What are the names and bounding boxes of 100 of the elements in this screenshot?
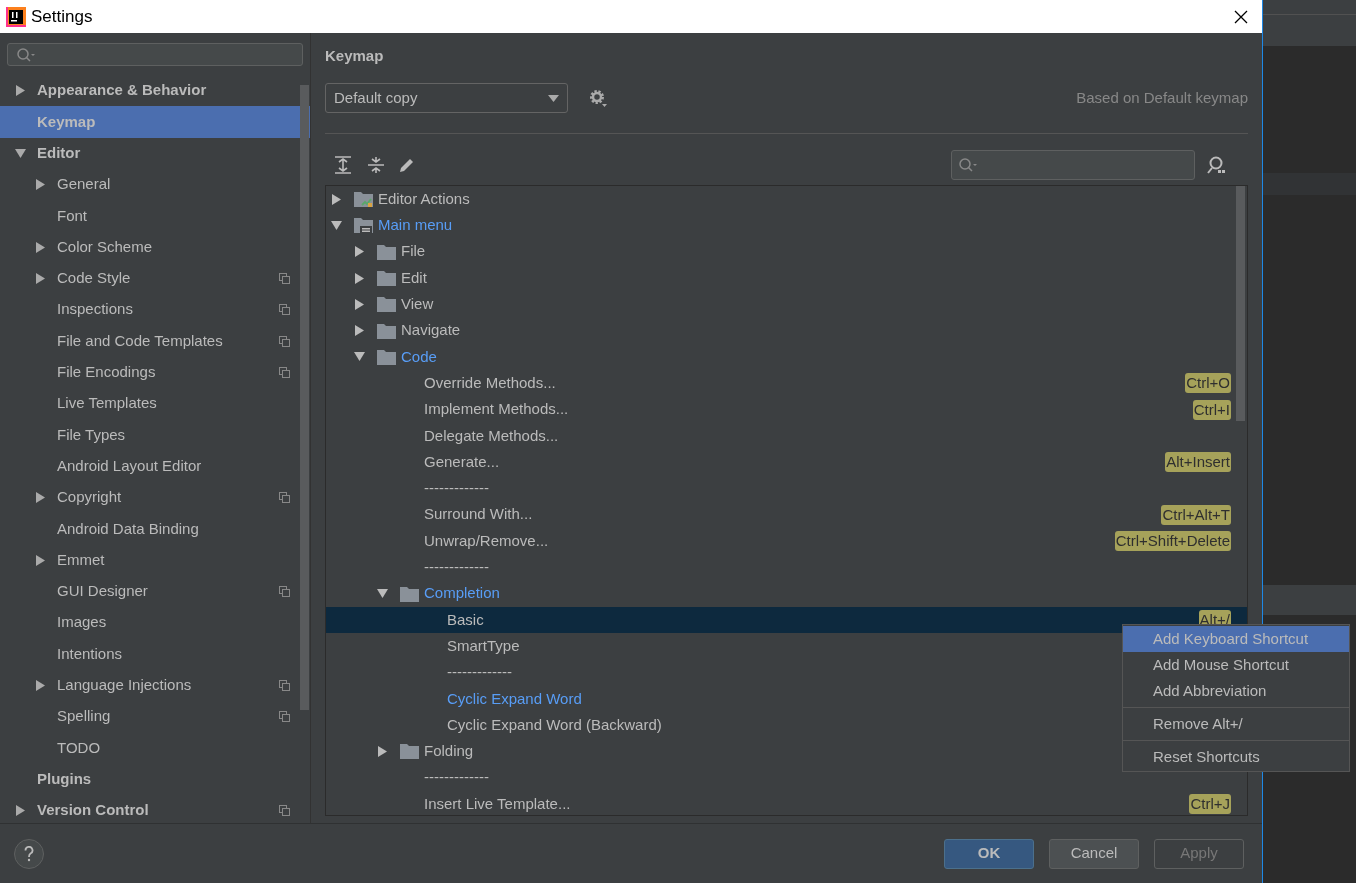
folder-icon (400, 743, 419, 760)
collapsed-arrow-icon[interactable] (15, 804, 26, 816)
copy-icon (279, 585, 290, 597)
window-title: Settings (31, 5, 93, 28)
collapsed-arrow-icon[interactable] (35, 679, 46, 691)
gear-icon[interactable] (588, 88, 608, 108)
collapsed-arrow-icon[interactable] (354, 298, 365, 310)
shortcut-badge: Ctrl+O (1185, 373, 1231, 394)
collapsed-arrow-icon[interactable] (331, 193, 342, 205)
sidebar-item[interactable]: Color Scheme (0, 231, 310, 263)
dialog-button[interactable]: Cancel (1049, 838, 1139, 869)
tree-row[interactable]: Navigate (326, 317, 1247, 344)
shortcut-badge: Ctrl+J (1189, 793, 1231, 814)
sidebar-item[interactable]: Images (0, 607, 310, 639)
tree-row[interactable]: Surround With... Ctrl+Alt+T (326, 501, 1247, 528)
sidebar-item[interactable]: Editor (0, 137, 310, 169)
tree-row[interactable]: View (326, 291, 1247, 318)
folder-icon (377, 348, 396, 365)
shortcut-badge: Ctrl+Shift+Delete (1114, 531, 1231, 551)
sidebar-item[interactable]: File Types (0, 419, 310, 451)
collapsed-arrow-icon[interactable] (35, 241, 46, 253)
expanded-arrow-icon[interactable] (377, 588, 388, 600)
sidebar-item[interactable]: Intentions (0, 638, 310, 670)
tree-row[interactable]: ------------- (326, 554, 1247, 581)
sidebar-item[interactable]: Code Style (0, 262, 310, 295)
sidebar-item[interactable]: TODO (0, 732, 310, 764)
sidebar-item[interactable]: Spelling (0, 700, 310, 733)
menu-item[interactable]: Remove Alt+/ (1123, 711, 1349, 737)
collapsed-arrow-icon[interactable] (354, 246, 365, 258)
search-field[interactable] (7, 43, 303, 66)
collapsed-arrow-icon[interactable] (35, 179, 46, 191)
sidebar-item[interactable]: Font (0, 200, 310, 232)
tree-row[interactable]: File (326, 238, 1247, 265)
tree-row[interactable]: Editor Actions (326, 186, 1247, 213)
pencil-icon[interactable] (398, 156, 416, 174)
tree-row[interactable]: Generate... Alt+Insert (326, 448, 1247, 476)
tree-row[interactable]: ------------- (326, 475, 1247, 502)
shortcut-badge: Alt+Insert (1165, 452, 1231, 473)
tree-row[interactable]: Completion (326, 580, 1247, 607)
sidebar-item[interactable]: Version Control (0, 794, 310, 827)
dialog-button[interactable]: OK (944, 838, 1034, 869)
copy-icon (279, 335, 290, 347)
folder-icon (377, 243, 396, 260)
expand-all-icon[interactable] (334, 156, 352, 174)
copy-icon (279, 804, 290, 816)
copy-icon (279, 272, 290, 284)
keymap-dropdown[interactable]: Default copy (325, 83, 568, 113)
tree-row[interactable]: Delegate Methods... (326, 422, 1247, 449)
expanded-arrow-icon[interactable] (354, 351, 365, 363)
shortcut-badge: Ctrl+I (1192, 399, 1231, 420)
close-icon[interactable] (1234, 9, 1248, 24)
tree-row[interactable]: Implement Methods... Ctrl+I (326, 396, 1247, 423)
tree-row[interactable]: Unwrap/Remove... Ctrl+Shift+Delete (326, 527, 1247, 555)
based-on-label: Based on Default keymap (1076, 87, 1248, 108)
collapsed-arrow-icon[interactable] (354, 272, 365, 284)
tree-row[interactable]: Main menu (326, 212, 1247, 239)
folder-icon (400, 585, 419, 602)
collapsed-arrow-icon[interactable] (35, 272, 46, 284)
sidebar-item[interactable]: File and Code Templates (0, 325, 310, 357)
collapsed-arrow-icon[interactable] (377, 745, 388, 757)
folder-icon (354, 190, 373, 208)
sidebar-item[interactable]: General (0, 168, 310, 201)
menu-item[interactable]: Add Mouse Shortcut (1123, 652, 1349, 678)
sidebar-item[interactable]: Emmet (0, 544, 310, 576)
question-mark-icon (24, 845, 34, 862)
collapsed-arrow-icon[interactable] (15, 85, 26, 97)
copy-icon (279, 711, 290, 723)
search-field[interactable] (951, 150, 1195, 180)
tree-row[interactable]: Insert Live Template... Ctrl+J (326, 790, 1247, 815)
scrollbar[interactable] (300, 85, 309, 710)
help-button[interactable] (14, 838, 44, 869)
collapsed-arrow-icon[interactable] (35, 492, 46, 503)
sidebar-item[interactable]: Copyright (0, 481, 310, 514)
folder-icon (377, 296, 396, 313)
sidebar-item[interactable]: File Encodings (0, 356, 310, 388)
find-shortcut-icon[interactable] (1206, 155, 1226, 175)
sidebar-item[interactable]: Android Data Binding (0, 513, 310, 545)
expanded-arrow-icon[interactable] (331, 219, 342, 231)
tree-row[interactable]: Override Methods... Ctrl+O (326, 370, 1247, 397)
scrollbar[interactable] (1236, 186, 1245, 421)
collapsed-arrow-icon[interactable] (354, 325, 365, 337)
copy-icon (279, 492, 290, 503)
sidebar-item[interactable]: Language Injections (0, 669, 310, 701)
collapsed-arrow-icon[interactable] (35, 554, 46, 566)
sidebar-item[interactable]: Android Layout Editor (0, 450, 310, 482)
expanded-arrow-icon[interactable] (15, 147, 26, 159)
sidebar-item[interactable]: Live Templates (0, 387, 310, 420)
copy-icon (279, 304, 290, 316)
sidebar-item[interactable]: Plugins (0, 763, 310, 795)
tree-row[interactable]: Code (326, 343, 1247, 371)
folder-icon (377, 270, 396, 287)
folder-icon (354, 216, 373, 234)
dropdown-arrow-icon (548, 94, 559, 102)
collapse-all-icon[interactable] (367, 156, 385, 174)
menu-item[interactable]: Add Abbreviation (1123, 678, 1349, 704)
sidebar-item[interactable]: Inspections (0, 294, 310, 326)
app-logo-icon (6, 6, 26, 27)
sidebar-item[interactable]: GUI Designer (0, 575, 310, 608)
sidebar-item[interactable]: Appearance & Behavior (0, 75, 310, 107)
tree-row[interactable]: Edit (326, 264, 1247, 292)
